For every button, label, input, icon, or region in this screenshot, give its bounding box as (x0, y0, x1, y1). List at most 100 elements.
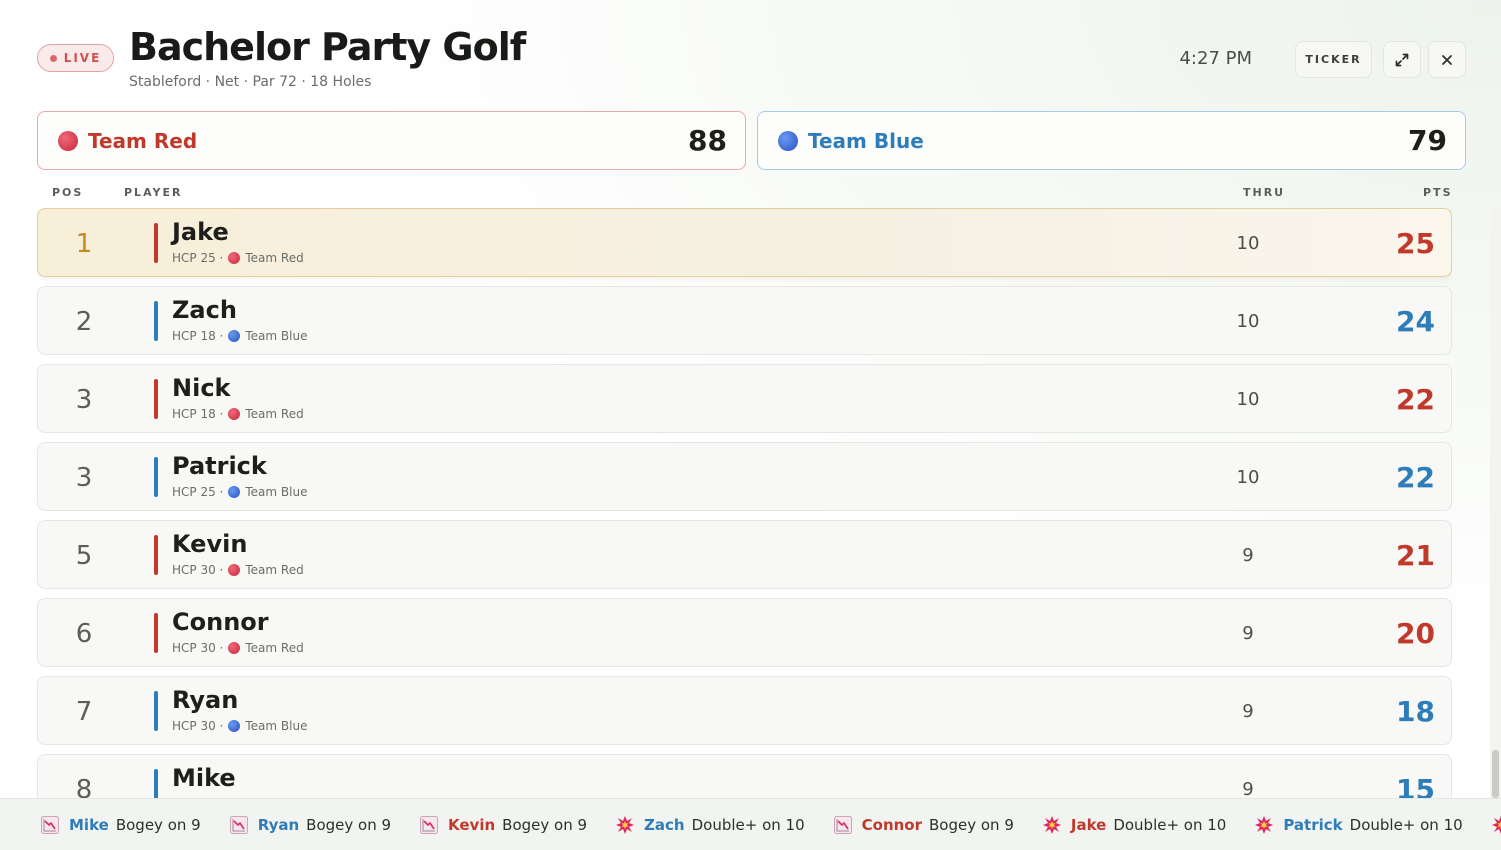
red-ball-icon (58, 130, 78, 151)
team-color-bar (154, 457, 158, 497)
red-ball-icon (228, 564, 241, 576)
ticker-event-text: Bogey on 9 (502, 816, 588, 834)
column-header-player: PLAYER (124, 186, 183, 199)
leaderboard-page: LIVE Bachelor Party Golf Stableford · Ne… (0, 0, 1501, 850)
ticker-event-text: Bogey on 9 (306, 816, 392, 834)
ticker-event-text: Double+ on 10 (1113, 816, 1227, 834)
ticker-player-name: Connor (861, 816, 922, 834)
live-dot-icon (49, 54, 57, 62)
player-points: 20 (1396, 617, 1435, 650)
explosion-icon (615, 815, 635, 835)
team-score: 79 (1408, 124, 1447, 157)
ticker-item: Ryan Bogey on 9 (229, 815, 391, 835)
ticker-player-name: Zach (644, 816, 685, 834)
player-team: Team Blue (245, 329, 308, 343)
player-thru: 10 (1236, 389, 1260, 410)
player-position: 6 (75, 618, 93, 649)
close-icon (1442, 54, 1452, 65)
player-row[interactable]: 1 Jake HCP 25 · Team Red 10 25 (37, 208, 1452, 277)
player-handicap: HCP 30 · (172, 719, 224, 733)
player-team: Team Blue (245, 719, 308, 733)
score-ticker: Mike Bogey on 9 Ryan Bogey on 9 Kevin Bogey o… (0, 798, 1501, 850)
player-position: 7 (75, 696, 93, 727)
player-position: 2 (75, 306, 93, 337)
player-name: Kevin (172, 530, 248, 558)
scrollbar-track[interactable] (1490, 208, 1501, 798)
chart-down-icon (40, 815, 60, 835)
player-position: 3 (75, 462, 93, 493)
team-name: Team Blue (808, 128, 924, 153)
fullscreen-button[interactable] (1383, 41, 1421, 78)
ticker-button[interactable]: TICKER (1295, 41, 1372, 78)
player-points: 15 (1396, 773, 1435, 798)
chart-down-icon (419, 815, 439, 835)
ticker-item: Kevin Bogey on 9 (419, 815, 587, 835)
scrollbar-thumb[interactable] (1492, 750, 1499, 798)
player-team: Team Red (245, 251, 304, 265)
team-color-bar (154, 691, 158, 731)
player-thru: 9 (1242, 545, 1254, 566)
team-color-bar (154, 535, 158, 575)
team-color-bar (154, 613, 158, 653)
player-points: 21 (1396, 539, 1435, 572)
chart-down-icon (229, 815, 249, 835)
player-name: Zach (172, 296, 237, 324)
blue-ball-icon (778, 130, 798, 151)
page-subtitle: Stableford · Net · Par 72 · 18 Holes (129, 74, 372, 90)
explosion-icon (1491, 815, 1501, 835)
ticker-item: Zach Double+ on 10 (615, 815, 805, 835)
ticker-player-name: Mike (69, 816, 109, 834)
team-name: Team Red (88, 128, 198, 153)
red-ball-icon (228, 642, 241, 654)
player-team: Team Blue (245, 485, 308, 499)
player-team: Team Red (245, 563, 304, 577)
ticker-player-name: Ryan (257, 816, 300, 834)
player-points: 18 (1396, 695, 1435, 728)
column-header-pos: POS (52, 186, 84, 199)
player-meta: HCP 18 · Team Blue (172, 328, 307, 344)
player-name: Jake (172, 218, 229, 246)
chart-down-icon (833, 815, 853, 835)
player-name: Mike (172, 764, 236, 792)
player-row[interactable]: 7 Ryan HCP 30 · Team Blue 9 18 (37, 676, 1452, 745)
player-meta: HCP 25 · Team Red (172, 250, 304, 266)
player-row[interactable]: 5 Kevin HCP 30 · Team Red 9 21 (37, 520, 1452, 589)
player-handicap: HCP 25 · (172, 251, 224, 265)
player-name: Ryan (172, 686, 239, 714)
player-row[interactable]: 6 Connor HCP 30 · Team Red 9 20 (37, 598, 1452, 667)
player-handicap: HCP 18 · (172, 329, 224, 343)
team-color-bar (154, 301, 158, 341)
red-ball-icon (228, 252, 241, 264)
ticker-player-name: Jake (1070, 816, 1107, 834)
player-handicap: HCP 25 · (172, 485, 224, 499)
blue-ball-icon (228, 330, 241, 342)
ticker-player-name: Patrick (1283, 816, 1343, 834)
ticker-item: Mike Bogey on 9 (40, 815, 201, 835)
leaderboard-list[interactable]: 1 Jake HCP 25 · Team Red 10 25 2 Zach HCP 18 · Te… (37, 208, 1452, 798)
player-position: 8 (75, 774, 93, 799)
player-thru: 10 (1236, 467, 1260, 488)
expand-icon (1395, 53, 1409, 66)
player-thru: 10 (1236, 233, 1260, 254)
page-title: Bachelor Party Golf (129, 25, 526, 69)
team-color-bar (154, 223, 158, 263)
ticker-item: Jake Double+ on 10 (1042, 815, 1226, 835)
explosion-icon (1042, 815, 1062, 835)
player-name: Patrick (172, 452, 267, 480)
ticker-player-name: Kevin (448, 816, 496, 834)
team-score: 88 (688, 124, 727, 157)
column-header-thru: THRU (1243, 186, 1286, 199)
player-row[interactable]: 2 Zach HCP 18 · Team Blue 10 24 (37, 286, 1452, 355)
ticker-event-text: Double+ on 10 (1349, 816, 1463, 834)
close-button[interactable] (1428, 41, 1466, 78)
ticker-item: Patrick Double+ on 10 (1254, 815, 1463, 835)
team-color-bar (154, 769, 158, 798)
explosion-icon (1254, 815, 1274, 835)
player-row[interactable]: 8 Mike 9 15 (37, 754, 1452, 798)
player-points: 24 (1396, 305, 1435, 338)
player-thru: 10 (1236, 311, 1260, 332)
player-row[interactable]: 3 Patrick HCP 25 · Team Blue 10 22 (37, 442, 1452, 511)
player-position: 3 (75, 384, 93, 415)
player-row[interactable]: 3 Nick HCP 18 · Team Red 10 22 (37, 364, 1452, 433)
player-handicap: HCP 30 · (172, 563, 224, 577)
